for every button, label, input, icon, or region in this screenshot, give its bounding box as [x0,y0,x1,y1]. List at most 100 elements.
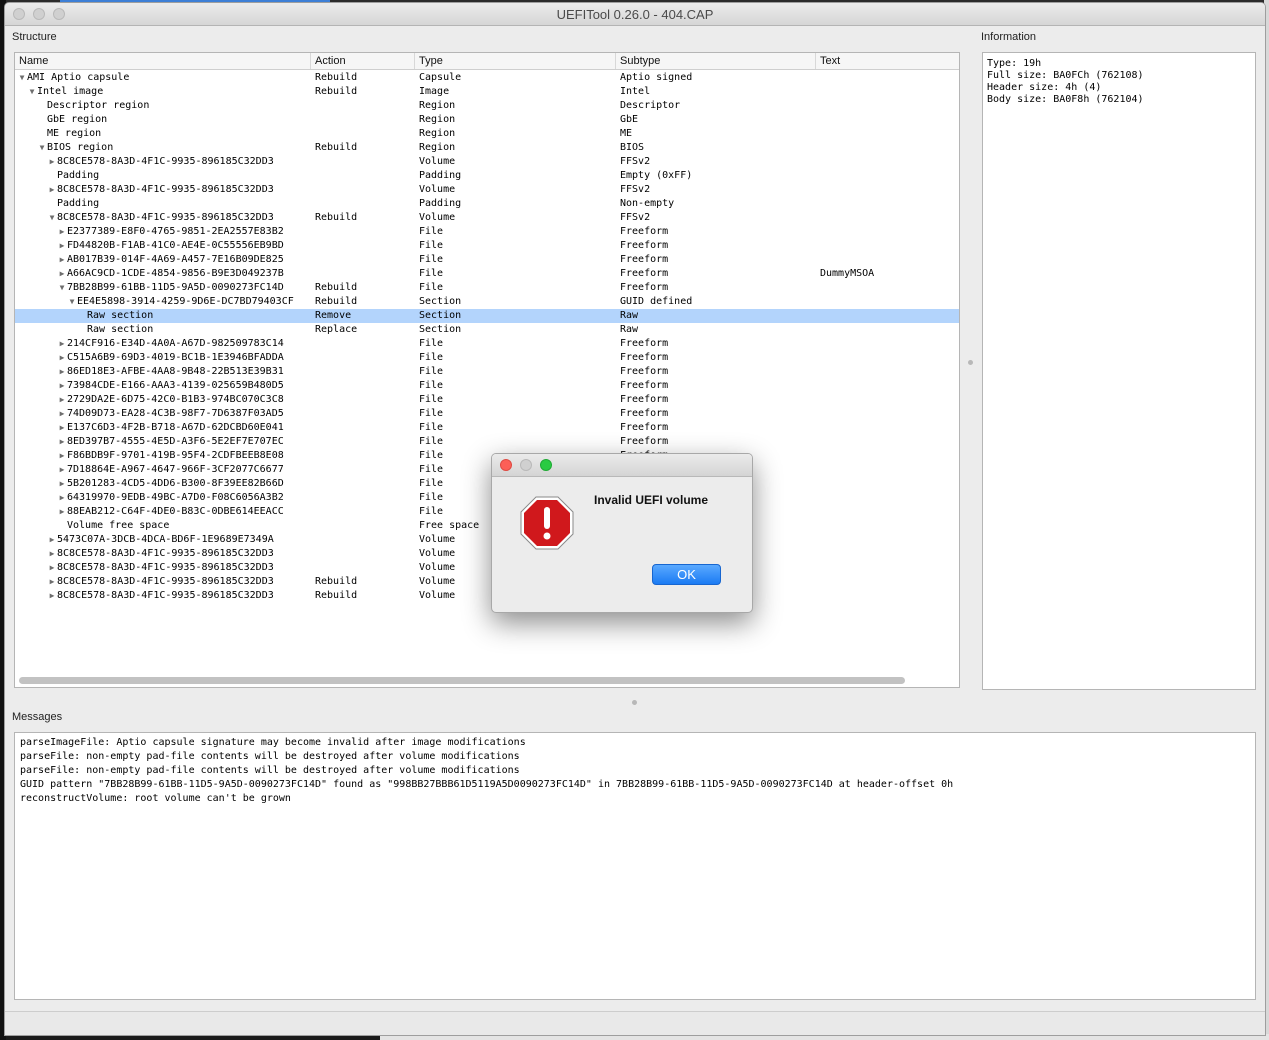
tree-row[interactable]: Raw section Replace Section Raw [15,323,959,337]
expanded-arrow-icon[interactable]: ▼ [17,71,27,85]
collapsed-arrow-icon[interactable]: ▶ [57,393,67,407]
tree-row[interactable]: ▶ E2377389-E8F0-4765-9851-2EA2557E83B2 Fil… [15,225,959,239]
collapsed-arrow-icon[interactable]: ▶ [47,589,57,603]
tree-row-name-text: GbE region [47,114,108,125]
column-header-action[interactable]: Action [311,53,415,69]
column-header-text[interactable]: Text [816,53,959,69]
messages-panel[interactable]: parseImageFile: Aptio capsule signature … [14,732,1256,1000]
collapsed-arrow-icon[interactable]: ▶ [47,575,57,589]
title-bar[interactable]: UEFITool 0.26.0 - 404.CAP [5,3,1265,26]
tree-row-name-text: 7D18864E-A967-4647-966F-3CF2077C6677 [67,464,284,475]
message-line[interactable]: parseFile: non-empty pad-file contents w… [20,750,1250,764]
tree-row[interactable]: ▶ FD44820B-F1AB-41C0-AE4E-0C55556EB9BD Fil… [15,239,959,253]
collapsed-arrow-icon[interactable]: ▶ [47,561,57,575]
message-line[interactable]: GUID pattern "7BB28B99-61BB-11D5-9A5D-00… [20,778,1250,792]
collapsed-arrow-icon[interactable]: ▶ [47,155,57,169]
tree-row[interactable]: ▶ 74D09D73-EA28-4C3B-98F7-7D6387F03AD5 Fil… [15,407,959,421]
tree-row[interactable]: ▼ BIOS region Rebuild Region BIOS [15,141,959,155]
collapsed-arrow-icon[interactable]: ▶ [47,183,57,197]
tree-row[interactable]: ▶ 64319970-9EDB-49BC-A7D0-F08C6056A3B2 Fil… [15,491,959,505]
tree-row[interactable]: ▶ 73984CDE-E166-AAA3-4139-025659B480D5 Fil… [15,379,959,393]
tree-row[interactable]: ▶ 7D18864E-A967-4647-966F-3CF2077C6677 Fil… [15,463,959,477]
collapsed-arrow-icon[interactable]: ▶ [57,379,67,393]
tree-row[interactable]: GbE region Region GbE [15,113,959,127]
column-header-type[interactable]: Type [415,53,616,69]
tree-row[interactable]: ▶ 8C8CE578-8A3D-4F1C-9935-896185C32DD3 Reb… [15,589,959,603]
tree-row[interactable]: ▶ 8C8CE578-8A3D-4F1C-9935-896185C32DD3 Vol… [15,547,959,561]
tree-row[interactable]: ▶ 8C8CE578-8A3D-4F1C-9935-896185C32DD3 Reb… [15,575,959,589]
tree-row[interactable]: ▶ 2729DA2E-6D75-42C0-B1B3-974BC070C3C8 Fil… [15,393,959,407]
tree-row[interactable]: ▼ 7BB28B99-61BB-11D5-9A5D-0090273FC14D Reb… [15,281,959,295]
tree-row[interactable]: Volume free space Free space [15,519,959,533]
collapsed-arrow-icon[interactable]: ▶ [57,253,67,267]
tree-row[interactable]: ▶ 214CF916-E34D-4A0A-A67D-982509783C14 Fil… [15,337,959,351]
tree-row[interactable]: ▶ A66AC9CD-1CDE-4854-9856-B9E3D049237B Fil… [15,267,959,281]
collapsed-arrow-icon[interactable]: ▶ [47,547,57,561]
collapsed-arrow-icon[interactable]: ▶ [57,421,67,435]
tree-row[interactable]: Descriptor region Region Descriptor [15,99,959,113]
tree-row[interactable]: ME region Region ME [15,127,959,141]
tree-row[interactable]: ▶ F86BDB9F-9701-419B-95F4-2CDFBEEB8E08 Fil… [15,449,959,463]
tree-row[interactable]: ▶ 5473C07A-3DCB-4DCA-BD6F-1E9689E7349A Vol… [15,533,959,547]
collapsed-arrow-icon[interactable]: ▶ [57,267,67,281]
collapsed-arrow-icon[interactable]: ▶ [57,463,67,477]
collapsed-arrow-icon[interactable]: ▶ [57,225,67,239]
message-line[interactable]: reconstructVolume: root volume can't be … [20,792,1250,806]
tree-row-type: Section [419,310,462,321]
tree-row-name: ▶ 73984CDE-E166-AAA3-4139-025659B480D5 [57,379,284,393]
expanded-arrow-icon[interactable]: ▼ [57,281,67,295]
tree-row[interactable]: Padding Padding Non-empty [15,197,959,211]
error-dialog: Invalid UEFI volume OK [491,453,753,613]
tree-row[interactable]: ▼ 8C8CE578-8A3D-4F1C-9935-896185C32DD3 Reb… [15,211,959,225]
tree-row[interactable]: ▶ 8C8CE578-8A3D-4F1C-9935-896185C32DD3 Vol… [15,561,959,575]
column-header-name[interactable]: Name [15,53,311,69]
ok-button[interactable]: OK [652,564,721,585]
collapsed-arrow-icon[interactable]: ▶ [57,351,67,365]
structure-tree[interactable]: Name Action Type Subtype Text ▼ AMI Aptio… [14,52,960,688]
column-header-subtype[interactable]: Subtype [616,53,816,69]
tree-row-name: ▶ 8C8CE578-8A3D-4F1C-9935-896185C32DD3 [47,547,274,561]
tree-row[interactable]: ▶ 5B201283-4CD5-4DD6-B300-8F39EE82B66D Fil… [15,477,959,491]
tree-row[interactable]: ▶ C515A6B9-69D3-4019-BC1B-1E3946BFADDA Fil… [15,351,959,365]
tree-row[interactable]: ▶ E137C6D3-4F2B-B718-A67D-62DCBD60E041 Fil… [15,421,959,435]
dialog-close-button[interactable] [500,459,512,471]
vertical-splitter-handle[interactable] [968,360,973,365]
expanded-arrow-icon[interactable]: ▼ [67,295,77,309]
collapsed-arrow-icon[interactable]: ▶ [57,365,67,379]
tree-row[interactable]: Raw section Remove Section Raw [15,309,959,323]
tree-row[interactable]: ▼ EE4E5898-3914-4259-9D6E-DC7BD79403CF Reb… [15,295,959,309]
tree-row-type: File [419,394,444,405]
dialog-title-bar[interactable] [492,454,752,477]
collapsed-arrow-icon[interactable]: ▶ [57,477,67,491]
dialog-minimize-button [520,459,532,471]
collapsed-arrow-icon[interactable]: ▶ [57,449,67,463]
expanded-arrow-icon[interactable]: ▼ [47,211,57,225]
tree-row[interactable]: ▶ 8ED397B7-4555-4E5D-A3F6-5E2EF7E707EC Fil… [15,435,959,449]
tree-row[interactable]: ▶ 8C8CE578-8A3D-4F1C-9935-896185C32DD3 Vol… [15,155,959,169]
expanded-arrow-icon[interactable]: ▼ [27,85,37,99]
collapsed-arrow-icon[interactable]: ▶ [57,505,67,519]
collapsed-arrow-icon[interactable]: ▶ [47,533,57,547]
collapsed-arrow-icon[interactable]: ▶ [57,337,67,351]
message-line[interactable]: parseFile: non-empty pad-file contents w… [20,764,1250,778]
tree-row[interactable]: ▼ Intel image Rebuild Image Intel [15,85,959,99]
message-line[interactable]: parseImageFile: Aptio capsule signature … [20,736,1250,750]
tree-row-name: ▶ 8ED397B7-4555-4E5D-A3F6-5E2EF7E707EC [57,435,284,449]
collapsed-arrow-icon[interactable]: ▶ [57,435,67,449]
dialog-zoom-button[interactable] [540,459,552,471]
expanded-arrow-icon[interactable]: ▼ [37,141,47,155]
collapsed-arrow-icon[interactable]: ▶ [57,491,67,505]
tree-row-name: ▶ 8C8CE578-8A3D-4F1C-9935-896185C32DD3 [47,183,274,197]
horizontal-scrollbar[interactable] [19,677,905,684]
collapsed-arrow-icon[interactable]: ▶ [57,239,67,253]
collapsed-arrow-icon[interactable]: ▶ [57,407,67,421]
tree-row[interactable]: ▶ 8C8CE578-8A3D-4F1C-9935-896185C32DD3 Vol… [15,183,959,197]
tree-row-subtype: FFSv2 [620,156,651,167]
horizontal-splitter-handle[interactable] [632,700,637,705]
tree-row-name-text: 8C8CE578-8A3D-4F1C-9935-896185C32DD3 [57,576,274,587]
tree-row[interactable]: ▶ 86ED18E3-AFBE-4AA8-9B48-22B513E39B31 Fil… [15,365,959,379]
tree-row[interactable]: ▶ 88EAB212-C64F-4DE0-B83C-0DBE614EEACC Fil… [15,505,959,519]
tree-row[interactable]: Padding Padding Empty (0xFF) [15,169,959,183]
tree-row[interactable]: ▼ AMI Aptio capsule Rebuild Capsule Aptio si… [15,71,959,85]
tree-row[interactable]: ▶ AB017B39-014F-4A69-A457-7E16B09DE825 Fil… [15,253,959,267]
